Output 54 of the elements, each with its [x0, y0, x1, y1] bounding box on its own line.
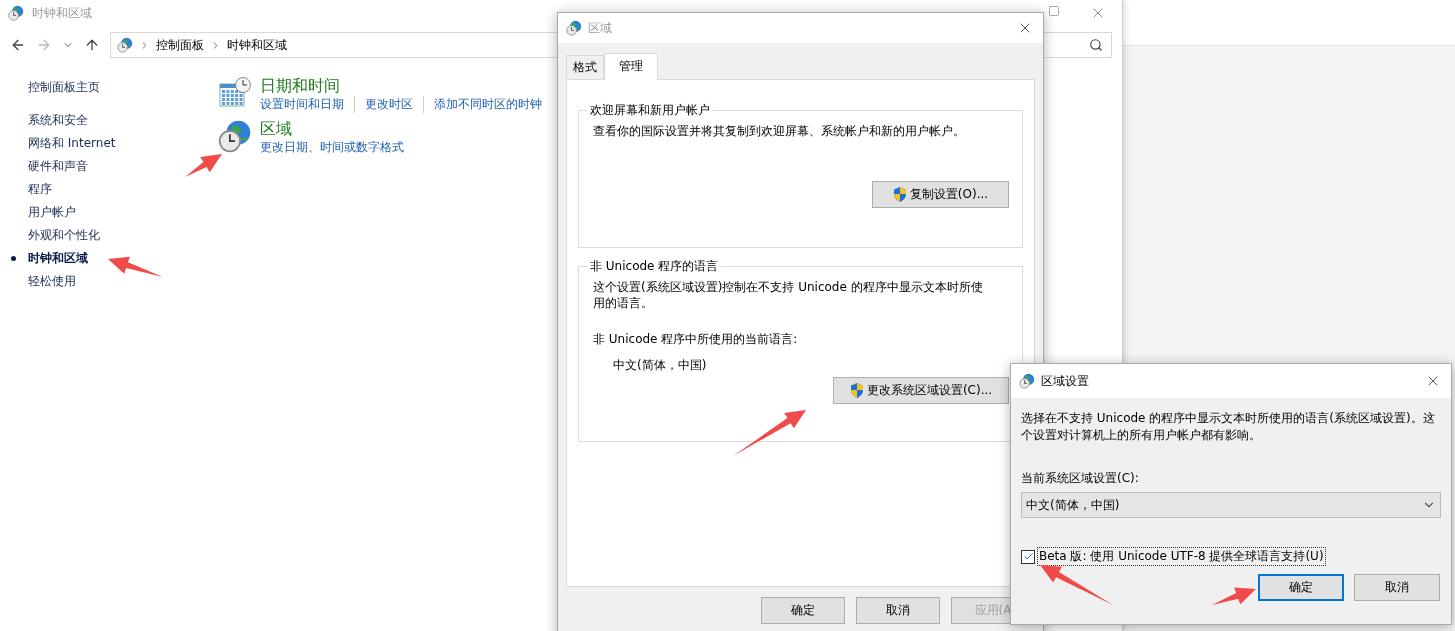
description-text: 查看你的国际设置并将其复制到欢迎屏幕、系统帐户和新的用户帐户。 — [593, 123, 966, 139]
sidebar-item[interactable]: 时钟和区域 — [28, 247, 88, 270]
tab[interactable]: 管理 — [604, 53, 658, 80]
breadcrumb-item[interactable]: 时钟和区域 — [227, 36, 287, 54]
current-language-label: 非 Unicode 程序中所使用的当前语言: — [593, 331, 799, 347]
breadcrumb-item[interactable]: 控制面板 — [156, 36, 204, 54]
globe-clock-icon — [8, 5, 24, 21]
category-link[interactable]: 更改日期、时间或数字格式 — [260, 139, 414, 156]
shield-button[interactable]: 复制设置(O)... — [872, 181, 1009, 208]
shield-icon — [849, 383, 864, 398]
dialog-title: 区域设置 — [1041, 372, 1089, 390]
window-title: 时钟和区域 — [32, 4, 92, 22]
annotation-arrow — [108, 256, 163, 277]
checkbox-label[interactable]: Beta 版: 使用 Unicode UTF-8 提供全球语言支持(U) — [1038, 548, 1325, 565]
category-title[interactable]: 区域 — [260, 119, 292, 138]
select-label: 当前系统区域设置(C): — [1021, 470, 1140, 486]
tab[interactable]: 格式 — [566, 55, 604, 80]
checkbox[interactable] — [1021, 549, 1035, 564]
annotation-arrow — [1212, 587, 1256, 605]
current-language-value: 中文(简体，中国) — [612, 357, 708, 373]
sidebar-item[interactable]: 系统和安全 — [28, 109, 88, 132]
dialog-title: 区域 — [588, 19, 612, 37]
annotation-arrow — [185, 154, 222, 177]
description-text: 选择在不支持 Unicode 的程序中显示文本时所使用的语言(系统区域设置)。这个设置对计算机上的所有用户帐户都有影响。 — [1021, 410, 1436, 444]
dialog-button[interactable]: 取消 — [856, 597, 940, 624]
up-icon[interactable] — [84, 37, 100, 53]
back-icon[interactable] — [10, 37, 26, 53]
sidebar-item[interactable]: 轻松使用 — [28, 270, 76, 293]
sidebar-item[interactable]: 程序 — [28, 178, 52, 201]
description-text: 这个设置(系统区域设置)控制在不支持 Unicode 的程序中显示文本时所使用的语言。 — [593, 279, 984, 311]
shield-icon — [892, 187, 907, 202]
category-link[interactable]: 更改时区 — [354, 96, 423, 113]
globe-clock-icon — [218, 119, 252, 153]
shield-button[interactable]: 更改系统区域设置(C)... — [833, 377, 1009, 404]
sidebar-item[interactable]: 硬件和声音 — [28, 155, 88, 178]
category-link[interactable]: 设置时间和日期 — [260, 96, 354, 113]
dialog-button[interactable]: 取消 — [1354, 574, 1440, 601]
group-title: 非 Unicode 程序的语言 — [589, 258, 720, 275]
globe-clock-icon — [117, 37, 133, 53]
dialog-button[interactable]: 确定 — [761, 597, 845, 624]
bullet-icon — [11, 256, 16, 261]
category-title[interactable]: 日期和时间 — [260, 76, 340, 95]
globe-clock-icon — [566, 20, 582, 36]
category-link[interactable]: 添加不同时区的时钟 — [423, 96, 552, 113]
group-title: 欢迎屏幕和新用户帐户 — [589, 102, 711, 119]
locale-select[interactable]: 中文(简体，中国) — [1021, 492, 1441, 518]
calendar-clock-icon — [218, 76, 252, 110]
sidebar-item[interactable]: 控制面板主页 — [28, 76, 100, 99]
globe-clock-icon — [1019, 373, 1035, 389]
search-icon[interactable] — [1089, 38, 1103, 52]
sidebar-item[interactable]: 外观和个性化 — [28, 224, 100, 247]
dialog-button[interactable]: 确定 — [1258, 574, 1344, 601]
sidebar-item[interactable]: 网络和 Internet — [28, 132, 116, 155]
sidebar-item[interactable]: 用户帐户 — [28, 201, 76, 224]
